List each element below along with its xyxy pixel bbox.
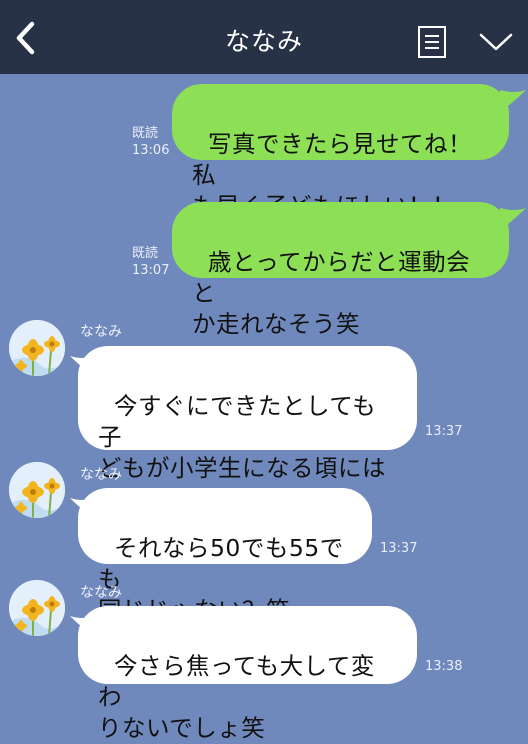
flower-avatar[interactable] [9,462,65,518]
flower-avatar[interactable] [9,320,65,376]
message-time: 13:06 [132,143,170,158]
note-menu-icon[interactable] [417,25,447,59]
chat-title: ななみ [224,27,303,56]
chat-header: ななみ [0,0,528,74]
message-time: 13:37 [425,424,463,439]
message-text: 歳とってからだと運動会と か走れなそう笑 [192,248,471,338]
sent-message-bubble[interactable]: 歳とってからだと運動会と か走れなそう笑 [172,202,509,338]
message-time: 13:07 [132,263,170,278]
read-status: 既読 13:06 [132,125,169,159]
sender-name: ななみ [80,585,122,601]
received-message-bubble[interactable]: 今すぐにできたとしても子 どもが小学生になる頃には 48とかじゃん？ [78,346,417,513]
chevron-down-icon[interactable] [478,30,514,54]
sent-message-bubble[interactable]: 写真できたら見せてね！私 も早く子どもほしい！！ [172,84,509,220]
sender-name: ななみ [80,467,122,483]
received-message-bubble[interactable]: それなら50でも55でも 同じじゃない？笑 [78,488,372,624]
read-label: 既読 [132,126,159,141]
sender-name: ななみ [80,324,122,340]
read-status: 既読 13:07 [132,245,169,279]
flower-avatar[interactable] [9,580,65,636]
received-message-bubble[interactable]: 今さら焦っても大して変わ りないでしょ笑 [78,606,417,742]
message-time: 13:38 [425,659,463,674]
read-label: 既読 [132,246,159,261]
message-time: 13:37 [380,541,418,556]
message-text: 今さら焦っても大して変わ りないでしょ笑 [98,652,375,742]
